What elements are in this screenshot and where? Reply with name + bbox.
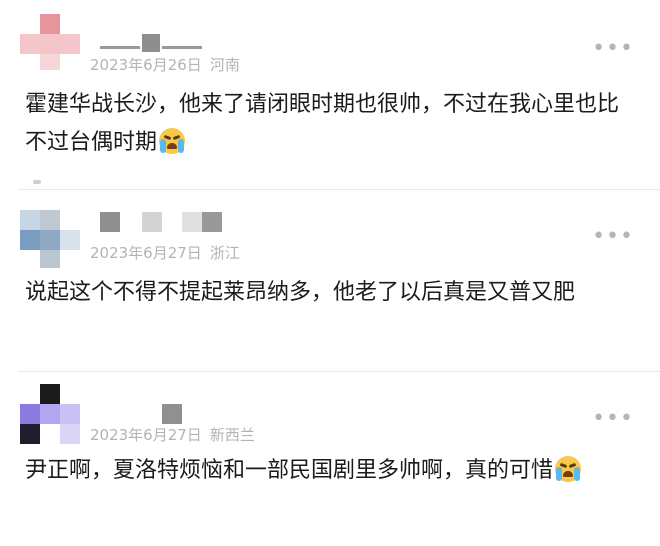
comment-text-block: 说起这个不得不提起莱昂纳多，他老了以后真是又普又肥	[25, 274, 625, 312]
comment-date: 2023年6月27日	[90, 244, 202, 262]
avatar[interactable]	[20, 210, 82, 268]
reply-indicator	[33, 180, 41, 184]
avatar[interactable]	[20, 384, 82, 444]
more-options-icon[interactable]: •••	[592, 408, 634, 430]
comment-date: 2023年6月26日	[90, 56, 202, 74]
comment-region: 新西兰	[209, 426, 255, 444]
divider	[18, 189, 660, 190]
comment-meta: 2023年6月26日 河南	[90, 54, 240, 75]
comment-date: 2023年6月27日	[90, 426, 202, 444]
crying-face-icon	[555, 456, 582, 482]
comment-text: 尹正啊，夏洛特烦恼和一部民国剧里多帅啊，真的可惜	[25, 458, 554, 483]
comment-meta: 2023年6月27日 浙江	[90, 242, 240, 263]
comment-text-block: 尹正啊，夏洛特烦恼和一部民国剧里多帅啊，真的可惜	[25, 452, 625, 490]
comment-text: 说起这个不得不提起莱昂纳多，他老了以后真是又普又肥	[25, 280, 576, 305]
comment-region: 河南	[209, 56, 240, 74]
comment-meta: 2023年6月27日 新西兰	[90, 424, 255, 445]
divider	[18, 371, 660, 372]
comment-card: 2023年6月26日 河南 ••• 霍建华战长沙，他来了请闭眼时期也很帅，不过在我…	[0, 0, 660, 190]
more-options-icon[interactable]: •••	[592, 226, 634, 248]
comment-region: 浙江	[209, 244, 240, 262]
avatar[interactable]	[20, 12, 82, 70]
comment-text: 霍建华战长沙，他来了请闭眼时期也很帅，不过在我心里也比不过台偶时期	[25, 92, 620, 155]
comment-text-block: 霍建华战长沙，他来了请闭眼时期也很帅，不过在我心里也比不过台偶时期	[25, 86, 625, 162]
crying-face-icon	[159, 128, 186, 154]
comment-card: 2023年6月27日 浙江 ••• 说起这个不得不提起莱昂纳多，他老了以后真是又普…	[0, 192, 660, 368]
comment-card: 2023年6月27日 新西兰 ••• 尹正啊，夏洛特烦恼和一部民国剧里多帅啊，真的…	[0, 374, 660, 546]
more-options-icon[interactable]: •••	[592, 38, 634, 60]
